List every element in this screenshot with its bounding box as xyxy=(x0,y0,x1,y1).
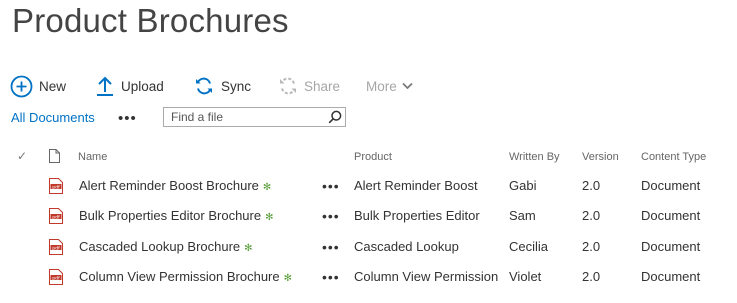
file-name-link[interactable]: Alert Reminder Boost Brochure ✻ xyxy=(79,171,271,201)
plus-circle-icon xyxy=(10,75,33,98)
product-cell: Bulk Properties Editor xyxy=(354,208,480,223)
written-by-cell: Gabi xyxy=(509,178,537,193)
svg-text:pdf: pdf xyxy=(52,184,60,190)
written-by-cell: Violet xyxy=(509,269,542,284)
product-cell: Cascaded Lookup xyxy=(354,239,459,254)
search-input[interactable] xyxy=(164,108,329,126)
page-title: Product Brochures xyxy=(12,2,289,39)
product-cell: Column View Permission xyxy=(354,269,499,284)
content-type-cell: Document xyxy=(641,208,701,223)
item-menu-ellipsis[interactable]: ••• xyxy=(322,232,340,262)
select-all-checkmark[interactable]: ✓ xyxy=(17,149,27,163)
search-box[interactable] xyxy=(163,107,346,127)
item-menu-ellipsis[interactable]: ••• xyxy=(322,262,340,292)
document-type-icon xyxy=(49,149,60,168)
product-cell: Alert Reminder Boost xyxy=(354,178,478,193)
file-name: Bulk Properties Editor Brochure xyxy=(79,208,262,223)
table-row[interactable]: pdf Cascaded Lookup Brochure ✻ ••• Cascad… xyxy=(0,232,737,262)
upload-icon xyxy=(96,75,114,97)
written-by-cell: Sam xyxy=(509,208,536,223)
pdf-icon: pdf xyxy=(49,208,63,229)
version-cell: 2.0 xyxy=(582,208,601,223)
new-button[interactable]: New xyxy=(10,73,66,99)
column-header-written-by[interactable]: Written By xyxy=(509,151,560,163)
view-all-documents[interactable]: All Documents xyxy=(11,110,95,125)
written-by-cell: Cecilia xyxy=(509,239,549,254)
more-button[interactable]: More xyxy=(366,73,413,99)
pdf-icon: pdf xyxy=(49,269,63,290)
content-type-cell: Document xyxy=(641,269,701,284)
file-name-link[interactable]: Bulk Properties Editor Brochure ✻ xyxy=(79,201,273,231)
share-label: Share xyxy=(304,78,341,94)
version-cell: 2.0 xyxy=(582,239,601,254)
file-name: Column View Permission Brochure xyxy=(79,269,280,284)
more-label: More xyxy=(366,78,397,94)
file-name-link[interactable]: Cascaded Lookup Brochure ✻ xyxy=(79,232,253,262)
file-name: Cascaded Lookup Brochure xyxy=(79,239,241,254)
file-name: Alert Reminder Boost Brochure xyxy=(79,178,259,193)
new-label: New xyxy=(39,78,67,94)
new-item-icon: ✻ xyxy=(265,212,274,223)
column-header-version[interactable]: Version xyxy=(582,151,619,163)
share-icon xyxy=(278,76,298,96)
content-type-cell: Document xyxy=(641,178,701,193)
column-header-name[interactable]: Name xyxy=(78,151,107,163)
share-button[interactable]: Share xyxy=(278,73,340,99)
table-row[interactable]: pdf Alert Reminder Boost Brochure ✻ ••• A… xyxy=(0,171,737,201)
search-icon[interactable] xyxy=(328,110,342,129)
content-type-cell: Document xyxy=(641,239,701,254)
item-menu-ellipsis[interactable]: ••• xyxy=(322,201,340,231)
new-item-icon: ✻ xyxy=(283,273,293,284)
upload-label: Upload xyxy=(121,78,164,94)
upload-button[interactable]: Upload xyxy=(96,73,164,99)
pdf-icon: pdf xyxy=(49,178,63,199)
pdf-icon: pdf xyxy=(49,239,63,260)
column-header-content-type[interactable]: Content Type xyxy=(641,151,706,163)
new-item-icon: ✻ xyxy=(244,243,253,254)
svg-text:pdf: pdf xyxy=(52,214,60,220)
sync-label: Sync xyxy=(221,78,252,94)
table-row[interactable]: pdf Column View Permission Brochure ✻ •••… xyxy=(0,262,737,292)
version-cell: 2.0 xyxy=(582,178,601,193)
new-item-icon: ✻ xyxy=(262,182,272,193)
item-menu-ellipsis[interactable]: ••• xyxy=(322,171,340,201)
chevron-down-icon xyxy=(402,82,413,90)
view-more-ellipsis[interactable]: ••• xyxy=(118,111,137,126)
svg-text:pdf: pdf xyxy=(52,245,60,251)
table-row[interactable]: pdf Bulk Properties Editor Brochure ✻ •••… xyxy=(0,201,737,231)
svg-text:pdf: pdf xyxy=(52,275,60,281)
sync-button[interactable]: Sync xyxy=(194,73,251,99)
sync-icon xyxy=(194,76,214,96)
file-name-link[interactable]: Column View Permission Brochure ✻ xyxy=(79,262,292,292)
version-cell: 2.0 xyxy=(582,269,601,284)
column-header-product[interactable]: Product xyxy=(354,151,392,163)
